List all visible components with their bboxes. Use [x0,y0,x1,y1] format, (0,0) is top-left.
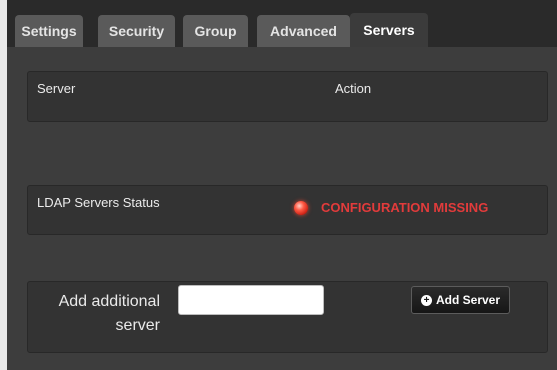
tab-label: Settings [21,23,77,39]
tab-label: Advanced [270,23,337,39]
tab-security[interactable]: Security [98,15,175,47]
server-input[interactable] [178,285,324,315]
tab-servers[interactable]: Servers [350,13,428,47]
ldap-status-text: CONFIGURATION MISSING [321,200,489,215]
tab-label: Servers [363,22,415,38]
red-led-icon [294,201,308,215]
column-header-action: Action [335,81,372,96]
add-server-box: Add additional server + Add Server [27,281,548,353]
add-server-button-label: Add Server [435,293,501,307]
servers-panel: Server Action LDAP Servers Status CONFIG… [7,47,557,370]
add-server-label: Add additional server [42,290,160,338]
add-server-label-line1: Add additional [58,293,160,310]
tab-advanced[interactable]: Advanced [257,15,350,47]
add-server-button[interactable]: + Add Server [411,286,510,314]
tab-settings[interactable]: Settings [15,15,83,47]
add-server-label-line2: server [115,317,160,334]
column-header-server: Server [37,81,76,96]
tab-label: Security [108,23,165,39]
server-table: Server Action [27,71,548,122]
tab-bar: Settings Security Group Advanced Servers [7,0,557,47]
ldap-status-label: LDAP Servers Status [37,195,160,210]
ldap-status-box: LDAP Servers Status CONFIGURATION MISSIN… [27,185,548,235]
tab-label: Group [194,23,237,39]
tab-group[interactable]: Group [183,15,248,47]
plus-circle-icon: + [420,294,432,306]
app-frame: Settings Security Group Advanced Servers… [0,0,557,370]
